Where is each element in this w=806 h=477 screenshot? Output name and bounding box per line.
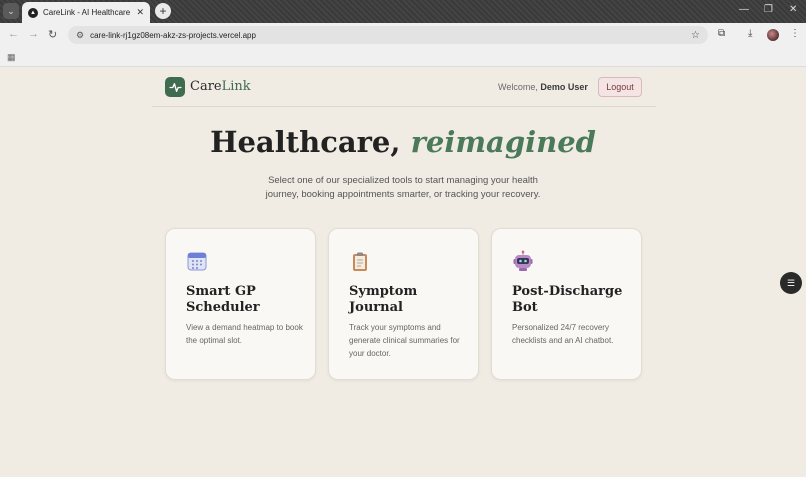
chat-list-icon: ☰ (786, 277, 796, 288)
page-content: CareLink Welcome, Demo User Logout Healt… (0, 67, 806, 477)
calendar-icon (186, 250, 208, 272)
logout-button[interactable]: Logout (598, 77, 642, 97)
restore-icon[interactable]: ❐ (764, 4, 773, 15)
address-bar[interactable]: ⚙ care-link-rj1gz08em-akz-zs-projects.ve… (68, 26, 708, 44)
favicon-icon: ▲ (28, 7, 38, 18)
bookmarks-bar: ▦ (0, 47, 806, 67)
bookmark-star-icon[interactable]: ☆ (691, 30, 700, 41)
robot-icon (512, 250, 534, 272)
card-smart-gp-scheduler[interactable]: Smart GP Scheduler View a demand heatmap… (165, 228, 316, 380)
browser-toolbar: ← → ↻ ⚙ care-link-rj1gz08em-akz-zs-proje… (0, 23, 806, 47)
reload-icon[interactable]: ↻ (48, 28, 57, 41)
card-description: Personalized 24/7 recovery checklists an… (512, 323, 614, 345)
tab-search-icon[interactable]: ⌄ (3, 3, 19, 19)
apps-grid-icon[interactable]: ▦ (7, 52, 16, 63)
new-tab-button[interactable]: + (155, 3, 171, 19)
card-title: Symptom Journal (349, 284, 418, 315)
hero-subtitle: Select one of our specialized tools to s… (265, 175, 541, 200)
tab-title: CareLink - AI Healthcare (43, 8, 131, 17)
browser-tab-bar: ⌄ ▲ CareLink - AI Healthcare ✕ + — ❐ ✕ (0, 0, 806, 23)
card-post-discharge-bot[interactable]: Post-Discharge Bot Personalized 24/7 rec… (491, 228, 642, 380)
url-text: care-link-rj1gz08em-akz-zs-projects.verc… (90, 30, 256, 40)
user-name: Demo User (540, 82, 588, 92)
tab-close-icon[interactable]: ✕ (136, 7, 144, 18)
profile-avatar[interactable] (767, 29, 779, 41)
hero-title: Healthcare, reimagined (210, 125, 596, 159)
card-description: View a demand heatmap to book the optima… (186, 323, 303, 345)
forward-icon[interactable]: → (28, 28, 39, 40)
site-info-icon[interactable]: ⚙ (76, 30, 84, 41)
download-icon[interactable]: ⤓ (748, 28, 752, 39)
welcome-text: Welcome, Demo User (498, 82, 588, 92)
brand-name[interactable]: CareLink (190, 79, 251, 94)
window-close-icon[interactable]: ✕ (789, 4, 797, 15)
browser-tab[interactable]: ▲ CareLink - AI Healthcare ✕ (22, 2, 150, 23)
clipboard-icon (349, 250, 371, 272)
back-icon[interactable]: ← (8, 28, 19, 40)
card-symptom-journal[interactable]: Symptom Journal Track your symptoms and … (328, 228, 479, 380)
site-header: CareLink Welcome, Demo User Logout (152, 67, 656, 107)
chat-widget-button[interactable]: ☰ (780, 272, 802, 294)
card-description: Track your symptoms and generate clinica… (349, 323, 460, 358)
minimize-icon[interactable]: — (739, 4, 749, 15)
card-title: Post-Discharge Bot (512, 284, 623, 315)
pulse-logo-icon[interactable] (165, 77, 185, 97)
extensions-icon[interactable]: ⧉ (718, 28, 725, 39)
card-title: Smart GP Scheduler (186, 284, 260, 315)
browser-menu-icon[interactable]: ⋮ (790, 28, 800, 39)
